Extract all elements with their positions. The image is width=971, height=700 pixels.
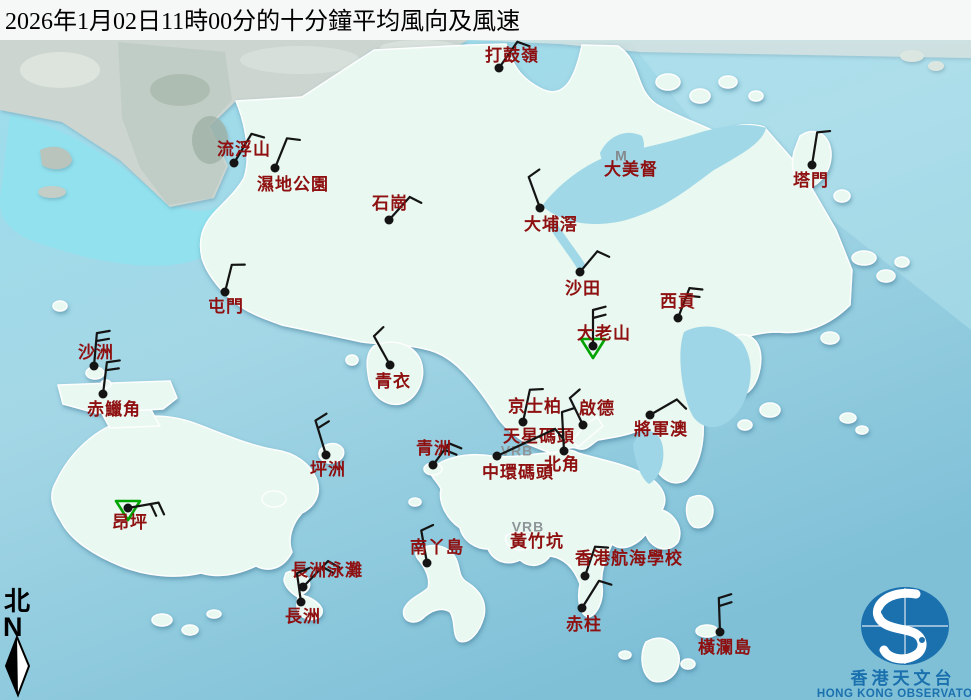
station-dot[interactable] [385, 216, 394, 225]
station-label: 南丫島 [410, 537, 464, 557]
station-dot[interactable] [90, 362, 99, 371]
station-dot[interactable] [386, 361, 395, 370]
station-dot[interactable] [271, 164, 280, 173]
station-dot[interactable] [124, 504, 133, 513]
station-label: 赤鱲角 [87, 399, 141, 419]
station-label: 屯門 [208, 296, 244, 316]
map-title: 2026年1月02日11時00分的十分鐘平均風向及風速 [5, 8, 520, 35]
station-label: 黃竹坑 [509, 531, 564, 551]
station-dot[interactable] [519, 418, 528, 427]
station-label: 中環碼頭 [482, 462, 554, 482]
station-label: 大老山 [577, 323, 631, 343]
station-label: 濕地公園 [257, 174, 329, 194]
station-label: 將軍澳 [634, 419, 688, 439]
station-dot[interactable] [99, 390, 108, 399]
station-label: 坪洲 [310, 460, 346, 479]
hko-logo-name-cn: 香港天文台 [851, 668, 956, 688]
station-dot[interactable] [536, 204, 545, 213]
station-dot[interactable] [716, 628, 725, 637]
station-label: 長洲 [285, 607, 321, 626]
station-label: 香港航海學校 [575, 548, 683, 568]
station-dot[interactable] [297, 598, 306, 607]
station-label: 昂坪 [112, 513, 148, 532]
station-label: 青洲 [416, 438, 452, 458]
station-label: 沙洲 [78, 343, 114, 362]
station-label: 塔門 [793, 170, 829, 190]
station-dot[interactable] [581, 572, 590, 581]
station-dot[interactable] [808, 161, 817, 170]
hk-wind-map: 打鼓嶺流浮山濕地公園石崗大埔滘M大美督塔門沙田西貢屯門大老山沙洲青衣赤鱲角京士柏… [0, 0, 971, 700]
station-label: 石崗 [371, 194, 408, 213]
station-label: 流浮山 [217, 139, 271, 159]
station-label: 赤柱 [566, 614, 602, 634]
wind-map-screenshot: 打鼓嶺流浮山濕地公園石崗大埔滘M大美督塔門沙田西貢屯門大老山沙洲青衣赤鱲角京士柏… [0, 0, 971, 700]
station-dot[interactable] [423, 559, 432, 568]
station-label: 沙田 [565, 279, 601, 298]
station-label: 京士柏 [508, 396, 562, 416]
hko-logo-name-en: HONG KONG OBSERVATORY [817, 688, 971, 700]
station-label: 青衣 [375, 371, 411, 391]
station-dot[interactable] [576, 268, 585, 277]
station-label: 大美督 [604, 159, 658, 179]
station-label: 長洲泳灘 [291, 560, 363, 580]
station-label: 西貢 [660, 292, 696, 311]
compass-north-letter: N [3, 612, 23, 642]
station-dot[interactable] [578, 604, 587, 613]
station-dot[interactable] [322, 451, 331, 460]
station-label: 啟德 [579, 398, 615, 418]
station-dot[interactable] [230, 159, 239, 168]
station-dot[interactable] [221, 288, 230, 297]
station-label: 橫瀾島 [698, 637, 752, 657]
station-dot[interactable] [493, 452, 502, 461]
station-label: 打鼓嶺 [485, 45, 539, 65]
station-dot[interactable] [646, 411, 655, 420]
station-dot[interactable] [674, 314, 683, 323]
station-label: 大埔滘 [524, 214, 578, 234]
station-dot[interactable] [579, 421, 588, 430]
station-dot[interactable] [429, 461, 438, 470]
